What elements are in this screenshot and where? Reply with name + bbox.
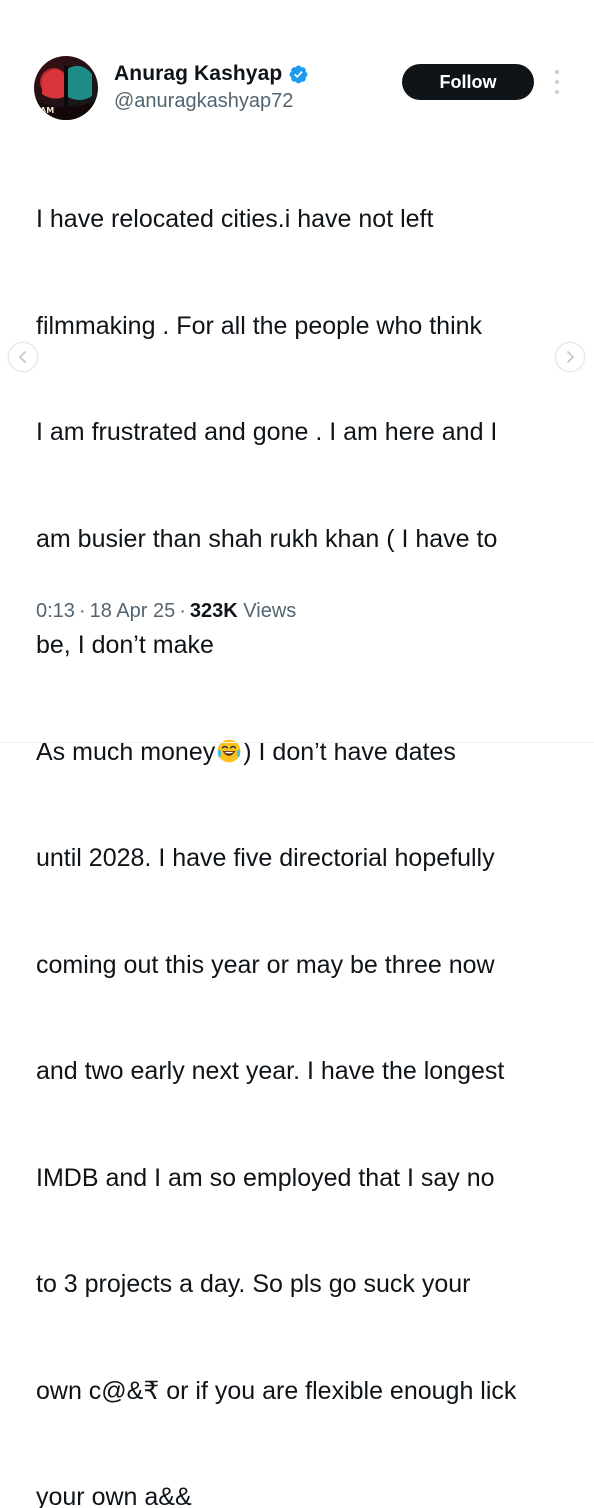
tweet-line: coming out this year or may be three now <box>36 950 495 979</box>
tweet-line: I have relocated cities.i have not left <box>36 205 434 233</box>
author-name[interactable]: Anurag Kashyap <box>114 62 282 86</box>
tweet-time[interactable]: 0:13 <box>36 600 75 623</box>
follow-button[interactable]: Follow <box>402 64 534 100</box>
tweet-line: I am frustrated and gone . I am here and… <box>36 418 498 446</box>
verified-badge-icon <box>289 65 308 83</box>
tweet-line: your own a&& <box>36 1483 192 1508</box>
tweet-text: I have relocated cities.i have not left … <box>36 131 576 1508</box>
author-handle[interactable]: @anuragkashyap72 <box>114 90 293 113</box>
tweet-line: until 2028. I have five directorial hope… <box>36 844 495 872</box>
separator-dot: · <box>78 600 86 622</box>
tweet-meta: 0:13 · 18 Apr 25 · 323K Views <box>36 600 296 623</box>
more-options-icon[interactable] <box>552 70 562 94</box>
tweet-date[interactable]: 18 Apr 25 <box>90 600 176 623</box>
views[interactable]: 323K Views <box>190 600 296 623</box>
tweet-line-with-emoji: As much money ) I don’t have dates <box>36 735 576 771</box>
tweet-line: am busier than shah rukh khan ( I have t… <box>36 524 498 553</box>
avatar-badge: AM <box>40 106 55 115</box>
carousel-next-button[interactable] <box>555 342 585 372</box>
tweet-line: to 3 projects a day. So pls go suck your <box>36 1270 471 1298</box>
chevron-right-icon <box>567 351 575 363</box>
views-count: 323K <box>189 600 238 622</box>
tweet-line: filmmaking . For all the people who thin… <box>36 311 483 340</box>
avatar[interactable]: AM <box>34 56 98 120</box>
tweet-line: IMDB and I am so employed that I say no <box>36 1163 495 1192</box>
divider <box>0 742 594 743</box>
author-name-row[interactable]: Anurag Kashyap <box>114 62 309 86</box>
chevron-left-icon <box>18 351 26 363</box>
tweet-line: own c@&₹ or if you are flexible enough l… <box>36 1376 517 1405</box>
tweet-line: be, I don’t make <box>36 631 214 659</box>
carousel-prev-button[interactable] <box>8 342 38 372</box>
tweet-line: and two early next year. I have the long… <box>36 1057 505 1085</box>
separator-dot: · <box>179 600 186 622</box>
views-label: Views <box>243 600 297 622</box>
